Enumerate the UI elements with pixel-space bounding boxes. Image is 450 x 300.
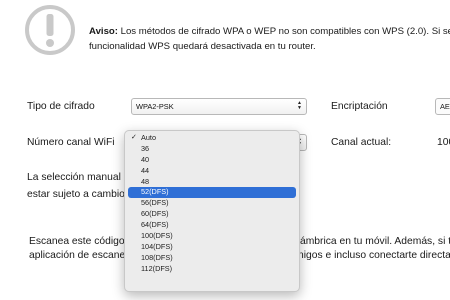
- channel-option-label: 60(DFS): [141, 209, 169, 219]
- channel-option[interactable]: 36: [128, 144, 296, 155]
- cipher-type-value: WPA2-PSK: [136, 102, 174, 111]
- subject-to-change-text: estar sujeto a cambios d: [27, 189, 139, 200]
- channel-option-label: 100(DFS): [141, 231, 173, 241]
- warning-icon: [25, 5, 75, 55]
- channel-dropdown-menu[interactable]: ✓ Auto 36 40 44 48 52(DFS) 56(DFS) 60(DFS) 64(DFS…: [124, 130, 300, 292]
- select-arrows-icon: ▲▼: [297, 100, 302, 111]
- encryption-select[interactable]: AE: [435, 98, 450, 115]
- current-channel-label: Canal actual:: [331, 137, 392, 148]
- cipher-type-label: Tipo de cifrado: [27, 101, 95, 112]
- channel-option-label: 64(DFS): [141, 220, 169, 230]
- channel-option[interactable]: 108(DFS): [128, 253, 296, 264]
- manual-selection-text: La selección manual de: [27, 172, 136, 183]
- channel-option-label: 48: [141, 176, 150, 186]
- encryption-value: AE: [440, 102, 450, 111]
- qr-text-line1-right: ámbrica en tu móvil. Además, si tu: [300, 236, 450, 247]
- qr-text-line2-right: nigos e incluso conectarte directame: [298, 250, 450, 261]
- channel-option-label: 108(DFS): [141, 252, 173, 262]
- cipher-type-select[interactable]: WPA2-PSK ▲ ▼: [131, 98, 307, 115]
- warning-title: Aviso:: [89, 26, 118, 37]
- channel-option-label: 52(DFS): [141, 187, 169, 197]
- channel-option-label: Auto: [141, 133, 157, 142]
- qr-text-line2-left: aplicación de escaneo: [29, 250, 131, 261]
- warning-line2: funcionalidad WPS quedará desactivada en…: [89, 41, 316, 52]
- channel-label: Número canal WiFi: [27, 137, 115, 148]
- channel-option-label: 40: [141, 154, 150, 164]
- channel-option-label: 44: [141, 165, 150, 175]
- channel-option[interactable]: 104(DFS): [128, 242, 296, 253]
- channel-option-label: 36: [141, 143, 150, 153]
- warning-message: Aviso: Los métodos de cifrado WPA o WEP …: [89, 24, 450, 54]
- checkmark-icon: ✓: [131, 134, 137, 141]
- channel-option[interactable]: 48: [128, 177, 296, 188]
- qr-text-line1-left: Escanea este código y: [29, 236, 133, 247]
- channel-option[interactable]: 40: [128, 155, 296, 166]
- warning-line1: Los métodos de cifrado WPA o WEP no son …: [120, 26, 450, 37]
- channel-option[interactable]: ✓ Auto: [128, 133, 296, 144]
- channel-option[interactable]: 56(DFS): [128, 198, 296, 209]
- channel-option-label: 56(DFS): [141, 198, 169, 208]
- channel-option[interactable]: 44: [128, 166, 296, 177]
- channel-option-label: 104(DFS): [141, 241, 173, 251]
- channel-option[interactable]: 52(DFS): [128, 187, 296, 199]
- encryption-label: Encriptación: [331, 101, 388, 112]
- channel-option[interactable]: 60(DFS): [128, 209, 296, 220]
- channel-option-label: 112(DFS): [141, 263, 173, 273]
- channel-option[interactable]: 100(DFS): [128, 231, 296, 242]
- current-channel-value: 100: [437, 137, 450, 148]
- channel-option[interactable]: 64(DFS): [128, 220, 296, 231]
- channel-option[interactable]: 112(DFS): [128, 264, 296, 275]
